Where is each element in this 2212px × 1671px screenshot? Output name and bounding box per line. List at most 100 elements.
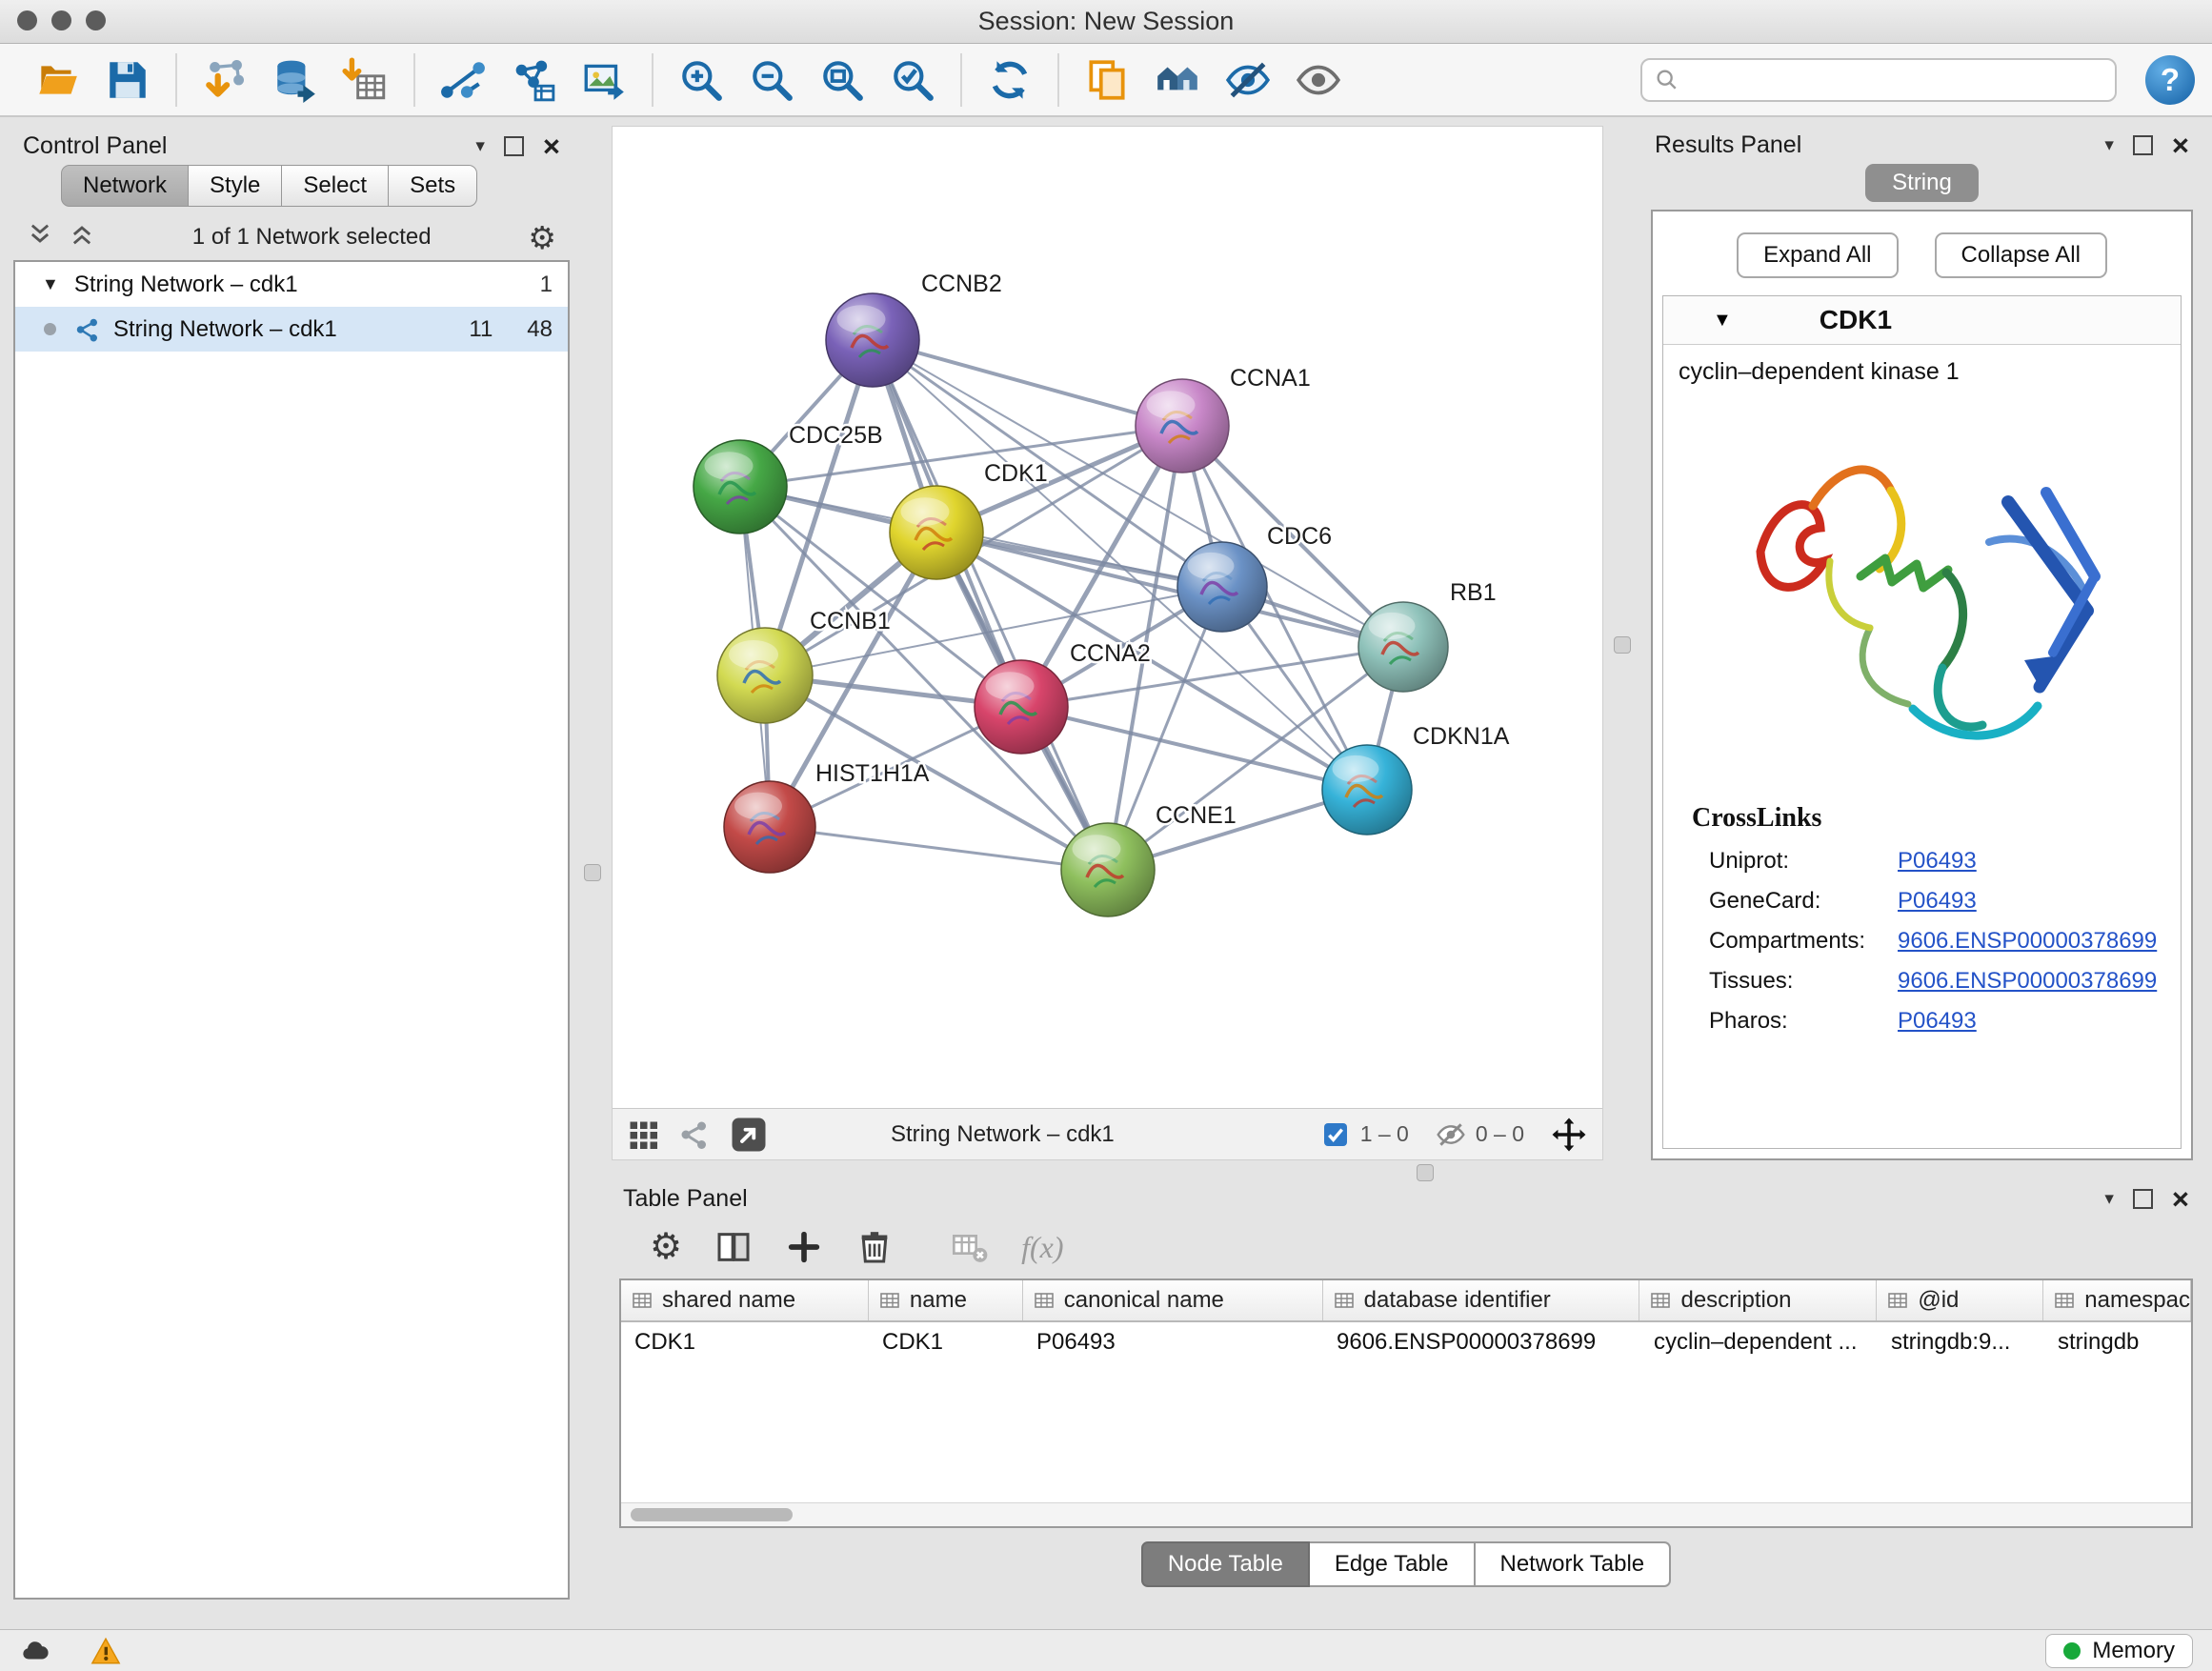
import-network-database-icon[interactable] — [265, 50, 326, 110]
crosslink-value-link[interactable]: P06493 — [1898, 848, 1977, 875]
toolbar-separator — [1057, 53, 1059, 107]
network-node-cdc25b[interactable]: CDC25B — [694, 422, 883, 534]
panel-close-icon[interactable]: × — [543, 131, 560, 161]
scrollbar-thumb[interactable] — [631, 1508, 793, 1521]
vertical-splitter-handle[interactable] — [584, 864, 601, 881]
table-options-gear-icon[interactable]: ⚙ — [650, 1229, 682, 1265]
close-window-button[interactable] — [17, 10, 37, 30]
selected-nodes-icon — [1320, 1119, 1351, 1150]
fit-move-icon[interactable] — [1549, 1115, 1589, 1155]
expand-all-icon[interactable] — [69, 221, 95, 254]
show-columns-icon[interactable] — [714, 1228, 753, 1266]
refresh-icon[interactable] — [979, 50, 1040, 110]
warning-icon[interactable] — [90, 1635, 122, 1667]
column-header-name[interactable]: name — [869, 1280, 1023, 1320]
homes-icon[interactable] — [1147, 50, 1208, 110]
collection-count: 1 — [540, 272, 553, 298]
node-label: CCNA1 — [1230, 365, 1311, 392]
import-table-icon[interactable] — [335, 50, 396, 110]
network-collection-row[interactable]: ▼ String Network – cdk1 1 — [15, 262, 568, 307]
image-export-icon[interactable] — [573, 50, 634, 110]
network-canvas[interactable]: CCNB2 CCNA1 CDC25B CDK1 CDC6 RB1 CCNB1 C… — [613, 127, 1602, 1108]
collection-expand-icon[interactable]: ▼ — [42, 274, 59, 294]
crosslink-value-link[interactable]: P06493 — [1898, 888, 1977, 915]
panel-maximize-icon[interactable] — [2133, 1189, 2153, 1209]
hide-details-icon[interactable] — [1217, 50, 1278, 110]
copy-pages-icon[interactable] — [1076, 50, 1137, 110]
network-node-rb1[interactable]: RB1 — [1358, 579, 1497, 692]
search-field[interactable] — [1640, 58, 2117, 102]
help-icon[interactable]: ? — [2145, 55, 2195, 105]
section-collapse-icon[interactable]: ▼ — [1713, 310, 1732, 332]
zoom-in-icon[interactable] — [671, 50, 732, 110]
node-label: CDKN1A — [1413, 723, 1510, 750]
tab-sets[interactable]: Sets — [389, 165, 477, 207]
column-header-namespac[interactable]: namespac — [2043, 1280, 2191, 1320]
tab-network-table[interactable]: Network Table — [1476, 1541, 1672, 1587]
network-node-hist1h1a[interactable]: HIST1H1A — [724, 760, 930, 873]
collapse-all-button[interactable]: Collapse All — [1935, 232, 2107, 278]
tab-edge-table[interactable]: Edge Table — [1310, 1541, 1476, 1587]
column-header-canonical-name[interactable]: canonical name — [1023, 1280, 1323, 1320]
network-arrows-icon[interactable] — [432, 50, 493, 110]
network-list: ▼ String Network – cdk1 1 String Network… — [13, 260, 570, 1600]
tab-style[interactable]: Style — [189, 165, 282, 207]
network-selection-bar: 1 of 1 Network selected ⚙ — [11, 214, 572, 260]
network-node-ccnb1[interactable]: CCNB1 — [717, 608, 891, 723]
panel-close-icon[interactable]: × — [2172, 1184, 2189, 1214]
horizontal-scrollbar[interactable] — [621, 1502, 2191, 1526]
tab-node-table[interactable]: Node Table — [1141, 1541, 1310, 1587]
zoom-selected-icon[interactable] — [882, 50, 943, 110]
crosslink-value-link[interactable]: 9606.ENSP00000378699 — [1898, 968, 2157, 995]
memory-button[interactable]: Memory — [2045, 1634, 2193, 1668]
network-options-gear-icon[interactable]: ⚙ — [528, 222, 556, 253]
table-panel-title: Table Panel — [623, 1185, 748, 1213]
open-folder-icon[interactable] — [27, 50, 88, 110]
network-node-ccna1[interactable]: CCNA1 — [1136, 365, 1311, 473]
table-row[interactable]: CDK1CDK1P064939606.ENSP00000378699cyclin… — [621, 1322, 2191, 1362]
network-new-icon[interactable] — [503, 50, 564, 110]
tab-select[interactable]: Select — [282, 165, 389, 207]
create-column-icon[interactable] — [785, 1228, 823, 1266]
tab-string[interactable]: String — [1865, 164, 1979, 202]
network-node-ccne1[interactable]: CCNE1 — [1061, 802, 1237, 916]
network-node-cdkn1a[interactable]: CDKN1A — [1322, 723, 1510, 835]
import-network-file-icon[interactable] — [194, 50, 255, 110]
network-selected-status: 1 of 1 Network selected — [95, 224, 528, 251]
zoom-fit-icon[interactable] — [812, 50, 873, 110]
node-label: CDC25B — [789, 422, 883, 449]
crosslink-value-link[interactable]: P06493 — [1898, 1008, 1977, 1035]
panel-float-icon[interactable]: ▾ — [2104, 1190, 2114, 1208]
minimize-window-button[interactable] — [51, 10, 71, 30]
save-icon[interactable] — [97, 50, 158, 110]
vertical-splitter-handle[interactable] — [1614, 636, 1631, 654]
show-details-icon[interactable] — [1288, 50, 1349, 110]
horizontal-splitter-handle[interactable] — [1417, 1164, 1434, 1181]
delete-column-trash-icon[interactable] — [855, 1228, 894, 1266]
edge-count: 48 — [527, 316, 553, 343]
panel-close-icon[interactable]: × — [2172, 131, 2189, 160]
column-header-database-identifier[interactable]: database identifier — [1323, 1280, 1640, 1320]
column-header-shared-name[interactable]: shared name — [621, 1280, 869, 1320]
network-view-title: String Network – cdk1 — [891, 1121, 1115, 1148]
panel-float-icon[interactable]: ▾ — [2104, 136, 2114, 154]
zoom-out-icon[interactable] — [741, 50, 802, 110]
network-row-selected[interactable]: String Network – cdk1 11 48 — [15, 307, 568, 352]
node-label: CCNB1 — [810, 608, 891, 634]
maximize-window-button[interactable] — [86, 10, 106, 30]
panel-float-icon[interactable]: ▾ — [475, 137, 485, 155]
birds-eye-view-icon[interactable] — [626, 1117, 660, 1152]
crosslink-value-link[interactable]: 9606.ENSP00000378699 — [1898, 928, 2157, 955]
column-header-description[interactable]: description — [1639, 1280, 1877, 1320]
cloud-icon[interactable] — [19, 1635, 51, 1667]
search-input[interactable] — [1688, 66, 2103, 94]
node-label: CDK1 — [984, 460, 1048, 487]
network-select-icon[interactable] — [677, 1117, 712, 1152]
open-in-new-window-icon[interactable] — [729, 1115, 769, 1155]
panel-maximize-icon[interactable] — [504, 136, 524, 156]
column-header--id[interactable]: @id — [1877, 1280, 2043, 1320]
panel-maximize-icon[interactable] — [2133, 135, 2153, 155]
collapse-all-icon[interactable] — [27, 221, 53, 254]
expand-all-button[interactable]: Expand All — [1737, 232, 1898, 278]
tab-network[interactable]: Network — [61, 165, 189, 207]
